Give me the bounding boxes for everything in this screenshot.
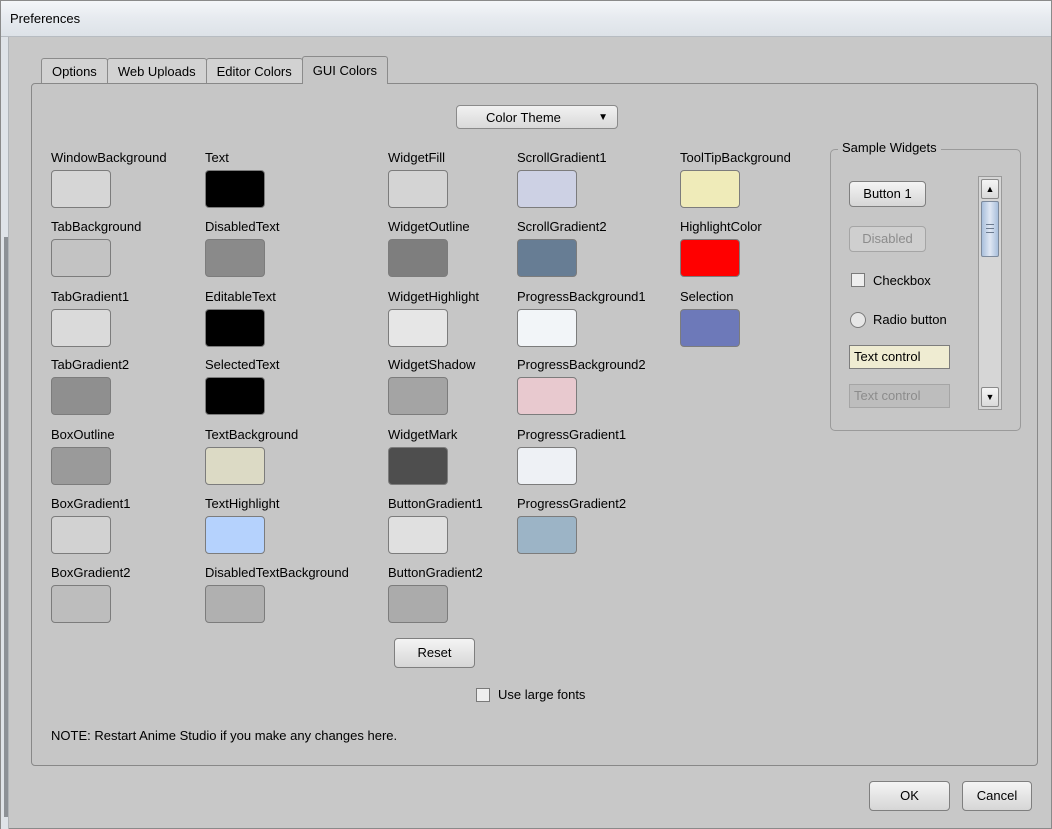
color-label: TabGradient2 [51, 357, 130, 372]
color-swatch-progress-gradient1[interactable] [517, 447, 577, 485]
preferences-window: Preferences Options Web Uploads Editor C… [0, 0, 1052, 829]
color-label: DisabledTextBackground [205, 565, 349, 580]
scroll-up-icon[interactable]: ▲ [981, 179, 999, 199]
color-swatch-tab-gradient1[interactable] [51, 309, 111, 347]
color-swatch-text-background[interactable] [205, 447, 265, 485]
color-swatch-box-gradient2[interactable] [51, 585, 111, 623]
color-swatch-text[interactable] [205, 170, 265, 208]
sample-disabled-button: Disabled [849, 226, 926, 252]
color-label: WidgetOutline [388, 219, 470, 234]
color-label: BoxGradient1 [51, 496, 131, 511]
sample-text-control[interactable]: Text control [849, 345, 950, 369]
use-large-fonts-checkbox[interactable] [476, 688, 490, 702]
color-label: ButtonGradient2 [388, 565, 483, 580]
color-swatch-widget-fill[interactable] [388, 170, 448, 208]
scroll-thumb[interactable] [981, 201, 999, 257]
color-label: TabBackground [51, 219, 142, 234]
color-label: ToolTipBackground [680, 150, 791, 165]
color-swatch-progress-gradient2[interactable] [517, 516, 577, 554]
color-label: HighlightColor [680, 219, 762, 234]
color-label: EditableText [205, 289, 276, 304]
color-label: WidgetHighlight [388, 289, 480, 304]
color-swatch-disabled-text-background[interactable] [205, 585, 265, 623]
left-edge-strip [1, 37, 9, 829]
use-large-fonts-label: Use large fonts [498, 687, 586, 702]
tab-editor-colors[interactable]: Editor Colors [205, 58, 303, 84]
color-label: BoxGradient2 [51, 565, 131, 580]
color-label: SelectedText [205, 357, 280, 372]
color-swatch-progress-background1[interactable] [517, 309, 577, 347]
color-label: ProgressGradient2 [517, 496, 627, 511]
cancel-button[interactable]: Cancel [962, 781, 1032, 811]
scroll-down-icon[interactable]: ▼ [981, 387, 999, 407]
color-label: ScrollGradient2 [517, 219, 607, 234]
color-swatch-tab-gradient2[interactable] [51, 377, 111, 415]
color-label: BoxOutline [51, 427, 115, 442]
color-label: DisabledText [205, 219, 280, 234]
tab-options[interactable]: Options [41, 58, 108, 84]
sample-checkbox-label: Checkbox [873, 273, 931, 288]
color-label: ButtonGradient1 [388, 496, 483, 511]
sample-radio-label: Radio button [873, 312, 947, 327]
color-label: TextBackground [205, 427, 299, 442]
color-swatch-text-highlight[interactable] [205, 516, 265, 554]
color-swatch-tab-background[interactable] [51, 239, 111, 277]
color-label: ScrollGradient1 [517, 150, 607, 165]
color-swatch-scroll-gradient2[interactable] [517, 239, 577, 277]
color-label: Selection [680, 289, 734, 304]
tab-bar: Options Web Uploads Editor Colors GUI Co… [41, 56, 389, 84]
sample-widgets-title: Sample Widgets [838, 140, 941, 155]
color-label: TextHighlight [205, 496, 280, 511]
reset-button[interactable]: Reset [394, 638, 475, 668]
grip-line [986, 228, 994, 229]
color-label: ProgressGradient1 [517, 427, 627, 442]
color-label: WidgetMark [388, 427, 458, 442]
color-label: WidgetFill [388, 150, 446, 165]
color-swatch-button-gradient1[interactable] [388, 516, 448, 554]
color-label: ProgressBackground1 [517, 289, 646, 304]
title-bar[interactable]: Preferences [1, 1, 1051, 37]
tab-web-uploads[interactable]: Web Uploads [106, 58, 207, 84]
sample-button-1[interactable]: Button 1 [849, 181, 926, 207]
left-edge-shadow [4, 237, 8, 817]
sample-radio-button[interactable] [850, 312, 866, 328]
color-swatch-box-outline[interactable] [51, 447, 111, 485]
grip-line [986, 224, 994, 225]
color-swatch-button-gradient2[interactable] [388, 585, 448, 623]
window-title: Preferences [10, 11, 81, 26]
sample-scrollbar[interactable]: ▲ ▼ [978, 176, 1002, 410]
color-swatch-widget-shadow[interactable] [388, 377, 448, 415]
color-swatch-selected-text[interactable] [205, 377, 265, 415]
color-swatch-window-background[interactable] [51, 170, 111, 208]
sample-text-control-disabled: Text control [849, 384, 950, 408]
color-swatch-widget-mark[interactable] [388, 447, 448, 485]
color-swatch-disabled-text[interactable] [205, 239, 265, 277]
color-label: ProgressBackground2 [517, 357, 646, 372]
ok-button[interactable]: OK [869, 781, 950, 811]
color-label: WindowBackground [51, 150, 167, 165]
chevron-down-icon: ▼ [598, 112, 608, 123]
tab-gui-colors[interactable]: GUI Colors [301, 56, 389, 84]
color-label: TabGradient1 [51, 289, 130, 304]
color-swatch-highlight-color[interactable] [680, 239, 740, 277]
color-swatch-progress-background2[interactable] [517, 377, 577, 415]
sample-checkbox[interactable] [851, 273, 865, 287]
color-swatch-editable-text[interactable] [205, 309, 265, 347]
color-swatch-tooltip-background[interactable] [680, 170, 740, 208]
color-theme-label: Color Theme [486, 110, 561, 125]
color-swatch-widget-outline[interactable] [388, 239, 448, 277]
color-swatch-widget-highlight[interactable] [388, 309, 448, 347]
color-swatch-box-gradient1[interactable] [51, 516, 111, 554]
color-label: Text [205, 150, 229, 165]
color-swatch-selection[interactable] [680, 309, 740, 347]
color-theme-dropdown[interactable]: Color Theme ▼ [456, 105, 618, 129]
grip-line [986, 232, 994, 233]
restart-note: NOTE: Restart Anime Studio if you make a… [51, 728, 398, 743]
color-label: WidgetShadow [388, 357, 476, 372]
color-swatch-scroll-gradient1[interactable] [517, 170, 577, 208]
